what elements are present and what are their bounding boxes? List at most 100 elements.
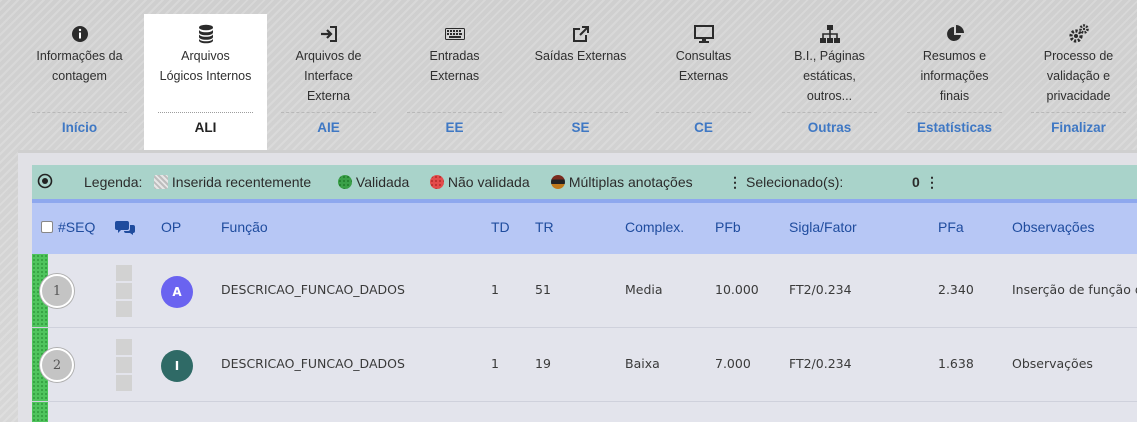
- cell-obs: Observações: [1012, 356, 1093, 371]
- table-row[interactable]: [32, 402, 1137, 422]
- legend-label: Legenda:: [84, 174, 143, 190]
- nav-label-line: Interface: [304, 69, 353, 83]
- nav-divider: [533, 112, 628, 113]
- recent-marker-icon: [154, 175, 168, 189]
- nav-label-line: Arquivos: [181, 49, 230, 63]
- cell-obs: Inserção de função d: [1012, 282, 1137, 297]
- not-validated-marker-icon: [430, 175, 444, 189]
- cell-td: 1: [491, 282, 499, 297]
- cell-sigla: FT2/0.234: [789, 356, 852, 371]
- step-navigation: Informações da contagem Início Arquivos …: [18, 14, 1137, 150]
- nav-divider: [907, 112, 1002, 113]
- header-seq[interactable]: #SEQ: [58, 219, 95, 235]
- vertical-dots-icon[interactable]: ⋮: [728, 174, 742, 191]
- cell-complex: Media: [625, 282, 663, 297]
- nav-label-line: Resumos e: [922, 49, 987, 63]
- legend-validated-label: Validada: [355, 174, 410, 190]
- op-badge[interactable]: I: [161, 350, 193, 382]
- row-marker-square[interactable]: [116, 357, 132, 373]
- validated-status-bar: [32, 402, 48, 422]
- nav-item-ce[interactable]: Consultas Externas CE: [642, 14, 765, 150]
- nav-label-line: Arquivos de: [295, 49, 362, 63]
- header-obs[interactable]: Observações: [1012, 219, 1094, 235]
- cell-pfa: 2.340: [938, 282, 974, 297]
- nav-step-label: Outras: [807, 120, 852, 135]
- header-td[interactable]: TD: [491, 219, 510, 235]
- nav-item-inicio[interactable]: Informações da contagem Início: [18, 14, 141, 150]
- cell-tr: 19: [535, 356, 551, 371]
- op-badge[interactable]: A: [161, 276, 193, 308]
- cell-funcao: DESCRICAO_FUNCAO_DADOS: [221, 356, 405, 371]
- row-seq-badge[interactable]: 2: [40, 348, 74, 382]
- cell-pfa: 1.638: [938, 356, 974, 371]
- nav-label-line: informações: [920, 69, 989, 83]
- nav-item-outras[interactable]: B.I., Páginas estáticas, outros... Outra…: [768, 14, 891, 150]
- header-pfa[interactable]: PFa: [938, 219, 964, 235]
- nav-label-line: Informações da: [36, 49, 123, 63]
- nav-item-estatisticas[interactable]: Resumos e informações finais Estatística…: [893, 14, 1016, 150]
- nav-step-label: EE: [445, 120, 464, 135]
- nav-label-line: Processo de: [1043, 49, 1114, 63]
- cell-complex: Baixa: [625, 356, 660, 371]
- nav-item-se[interactable]: Saídas Externas SE: [519, 14, 642, 150]
- functions-panel: Legenda: Inserida recentemente Validada …: [18, 153, 1137, 422]
- nav-divider: [281, 112, 376, 113]
- cell-sigla: FT2/0.234: [789, 282, 852, 297]
- row-marker-square[interactable]: [116, 283, 132, 299]
- table-row[interactable]: 2 I DESCRICAO_FUNCAO_DADOS 1 19 Baixa 7.…: [32, 328, 1137, 402]
- external-link-icon: [519, 24, 642, 44]
- selection-menu-icon[interactable]: ⋮: [925, 174, 939, 191]
- nav-label-line: Externas: [429, 69, 480, 83]
- nav-item-finalizar[interactable]: Processo de validação e privacidade Fina…: [1017, 14, 1137, 150]
- comments-icon: [115, 220, 135, 239]
- nav-label-line: Saídas Externas: [534, 49, 627, 63]
- nav-item-aie[interactable]: Arquivos de Interface Externa AIE: [267, 14, 390, 150]
- cell-pfb: 7.000: [715, 356, 751, 371]
- nav-step-label: Finalizar: [1051, 120, 1106, 135]
- nav-label-line: privacidade: [1046, 89, 1111, 103]
- header-tr[interactable]: TR: [535, 219, 554, 235]
- legend-recent: Inserida recentemente: [154, 174, 311, 190]
- info-icon: [18, 24, 141, 44]
- header-funcao[interactable]: Função: [221, 219, 268, 235]
- nav-label-line: Externas: [678, 69, 729, 83]
- nav-divider: [1031, 112, 1126, 113]
- header-sigla[interactable]: Sigla/Fator: [789, 219, 857, 235]
- nav-step-label: Estatísticas: [916, 120, 993, 135]
- sitemap-icon: [768, 24, 891, 44]
- legend-multiple-label: Múltiplas anotações: [568, 174, 693, 190]
- header-op[interactable]: OP: [161, 219, 181, 235]
- nav-label-line: Lógicos Internos: [159, 69, 252, 83]
- cell-pfb: 10.000: [715, 282, 759, 297]
- nav-label-line: contagem: [52, 69, 107, 83]
- header-pfb[interactable]: PFb: [715, 219, 741, 235]
- legend-recent-label: Inserida recentemente: [171, 174, 312, 190]
- legend-multiple: Múltiplas anotações: [551, 174, 693, 190]
- nav-step-label: SE: [571, 120, 590, 135]
- row-seq-badge[interactable]: 1: [40, 274, 74, 308]
- row-marker-square[interactable]: [116, 301, 132, 317]
- nav-step-label: ALI: [194, 120, 217, 135]
- validated-marker-icon: [338, 175, 352, 189]
- cell-funcao: DESCRICAO_FUNCAO_DADOS: [221, 282, 405, 297]
- header-complex[interactable]: Complex.: [625, 219, 684, 235]
- nav-item-ee[interactable]: Entradas Externas EE: [393, 14, 516, 150]
- nav-label-line: Consultas: [675, 49, 732, 63]
- cell-td: 1: [491, 356, 499, 371]
- nav-label-line: Entradas: [429, 49, 480, 63]
- nav-divider: [407, 112, 502, 113]
- table-row[interactable]: 1 A DESCRICAO_FUNCAO_DADOS 1 51 Media 10…: [32, 254, 1137, 328]
- target-icon[interactable]: [37, 173, 53, 192]
- nav-step-label: AIE: [317, 120, 340, 135]
- row-marker-square[interactable]: [116, 375, 132, 391]
- select-all-checkbox[interactable]: [41, 220, 53, 236]
- row-marker-square[interactable]: [116, 265, 132, 281]
- nav-divider: [158, 112, 253, 113]
- legend-not-validated: Não validada: [430, 174, 530, 190]
- cogs-icon: [1017, 24, 1137, 44]
- nav-label-line: estáticas,: [803, 69, 856, 83]
- row-marker-square[interactable]: [116, 339, 132, 355]
- nav-item-ali[interactable]: Arquivos Lógicos Internos ALI: [144, 14, 267, 150]
- nav-label-line: outros...: [806, 89, 853, 103]
- nav-divider: [32, 112, 127, 113]
